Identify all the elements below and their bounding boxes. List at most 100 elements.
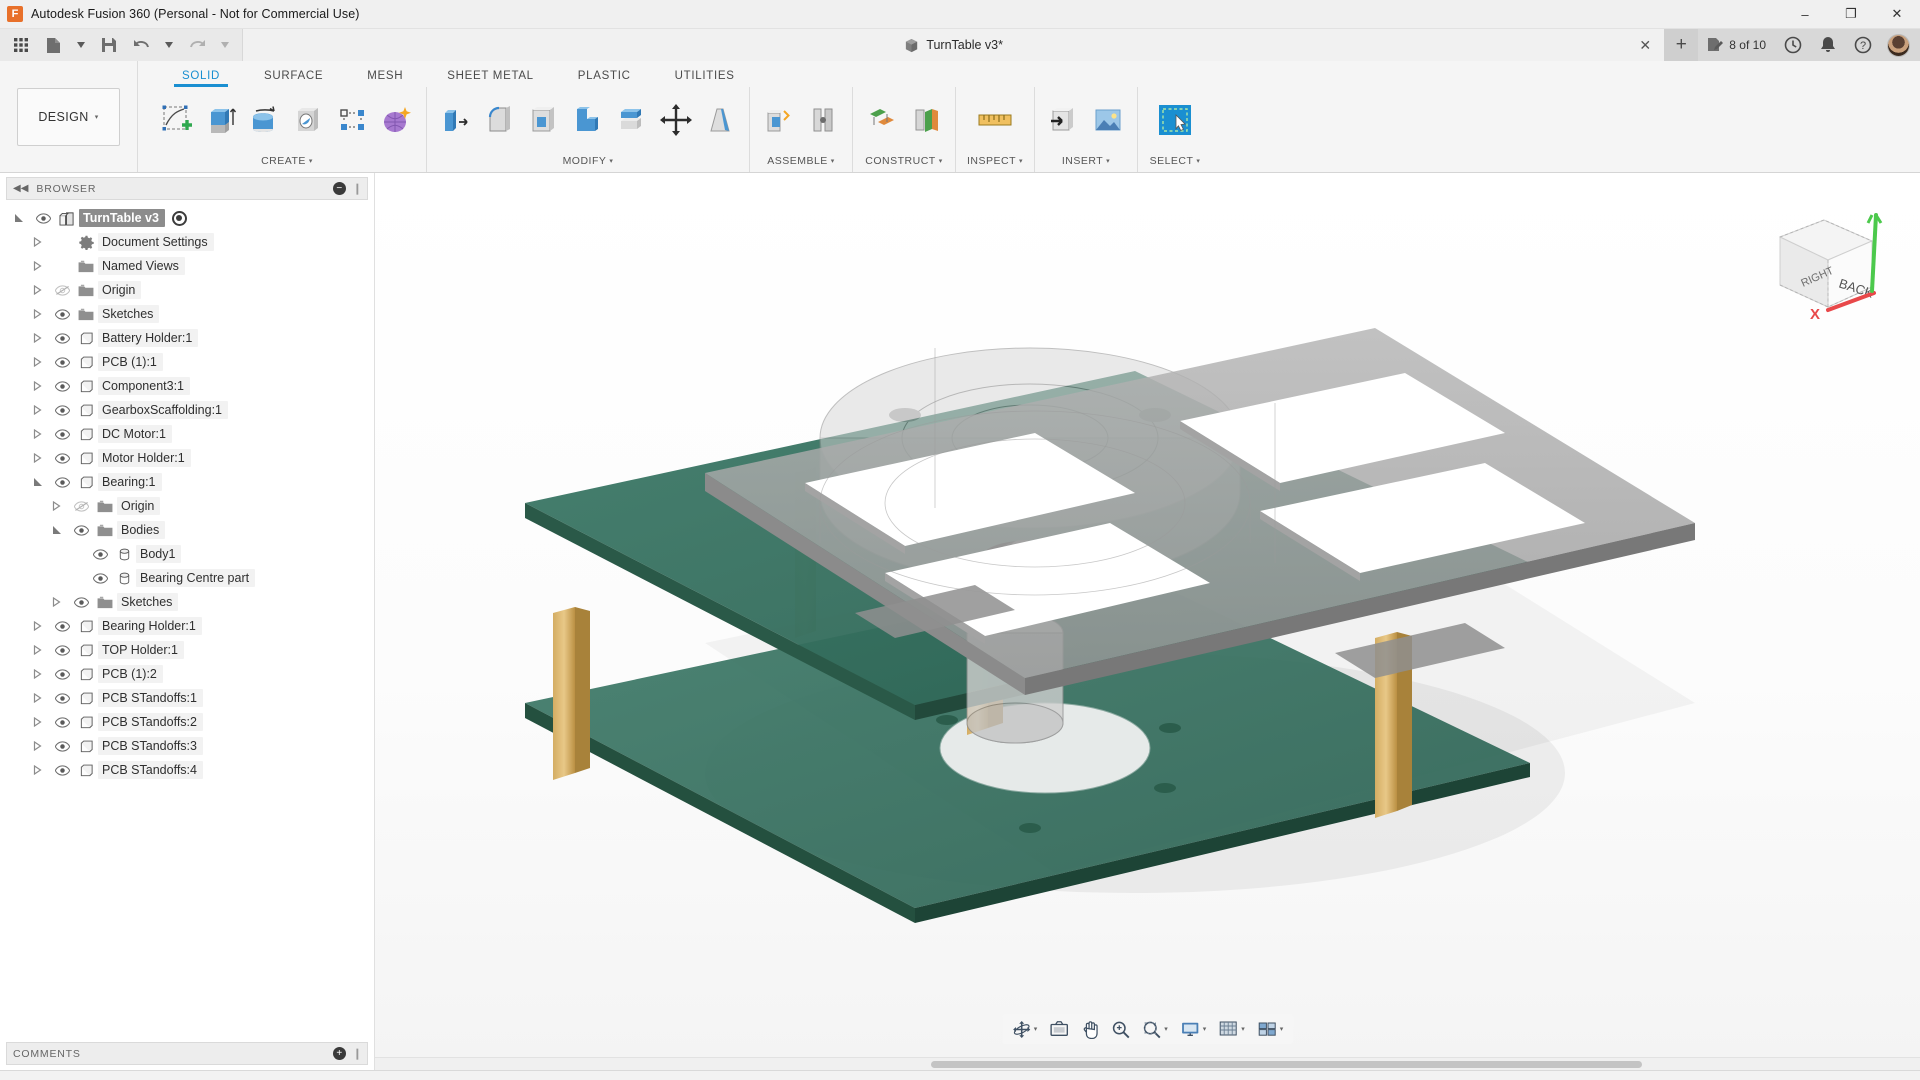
tree-node-sketches[interactable]: Sketches <box>0 590 374 614</box>
display-settings-icon[interactable]: ▾ <box>1175 1016 1212 1042</box>
group-label-insert[interactable]: INSERT ▾ <box>1035 152 1137 172</box>
visibility-on-icon[interactable] <box>50 644 74 656</box>
tab-utilities[interactable]: UTILITIES <box>653 70 757 87</box>
tree-node-top-holder-1[interactable]: TOP Holder:1 <box>0 638 374 662</box>
zoom-icon[interactable] <box>1106 1016 1135 1042</box>
tree-expand-arrow-icon[interactable] <box>33 765 50 775</box>
visibility-on-icon[interactable] <box>50 740 74 752</box>
offset-face-icon[interactable] <box>611 96 653 144</box>
group-label-create[interactable]: CREATE ▾ <box>148 152 426 172</box>
plane-at-angle-icon[interactable] <box>905 96 947 144</box>
save-icon[interactable] <box>94 30 124 60</box>
tree-node-body1[interactable]: Body1 <box>0 542 374 566</box>
tree-node-battery-holder-1[interactable]: Battery Holder:1 <box>0 326 374 350</box>
visibility-on-icon[interactable] <box>50 668 74 680</box>
tree-collapse-arrow-icon[interactable] <box>33 477 50 487</box>
visibility-on-icon[interactable] <box>88 572 112 584</box>
activate-component-radio[interactable] <box>171 210 187 226</box>
tree-node-sketches[interactable]: Sketches <box>0 302 374 326</box>
bell-icon[interactable] <box>1811 29 1845 61</box>
canvas-horizontal-scrollbar[interactable] <box>375 1057 1920 1070</box>
visibility-on-icon[interactable] <box>88 548 112 560</box>
group-label-inspect[interactable]: INSPECT ▾ <box>956 152 1034 172</box>
tree-node-bearing-1[interactable]: Bearing:1 <box>0 470 374 494</box>
insert-mcmaster-icon[interactable] <box>1087 96 1129 144</box>
timeline-track[interactable] <box>164 1075 1874 1080</box>
comments-resize-grip[interactable]: ❙ <box>353 1047 362 1060</box>
tree-expand-arrow-icon[interactable] <box>33 261 50 271</box>
tree-expand-arrow-icon[interactable] <box>33 333 50 343</box>
orbit-icon[interactable]: ▾ <box>1007 1016 1043 1042</box>
tree-expand-arrow-icon[interactable] <box>52 597 69 607</box>
tab-surface[interactable]: SURFACE <box>242 70 345 87</box>
tree-expand-arrow-icon[interactable] <box>33 645 50 655</box>
help-icon[interactable]: ? <box>1845 29 1881 61</box>
tree-expand-arrow-icon[interactable] <box>33 237 50 247</box>
extension-count-button[interactable]: 8 of 10 <box>1698 29 1775 61</box>
tab-mesh[interactable]: MESH <box>345 70 425 87</box>
draft-icon[interactable] <box>699 96 741 144</box>
tree-node-component3-1[interactable]: Component3:1 <box>0 374 374 398</box>
move-copy-icon[interactable] <box>655 96 697 144</box>
tree-node-turntable-v3[interactable]: TurnTable v3 <box>0 206 374 230</box>
hole-icon[interactable] <box>288 96 330 144</box>
maximize-button[interactable]: ❐ <box>1828 0 1874 28</box>
tree-node-document-settings[interactable]: Document Settings <box>0 230 374 254</box>
measure-icon[interactable] <box>974 96 1016 144</box>
new-tab-button[interactable]: + <box>1664 29 1699 61</box>
minimize-button[interactable]: – <box>1782 0 1828 28</box>
browser-minimize-icon[interactable]: − <box>332 182 346 195</box>
tree-expand-arrow-icon[interactable] <box>33 453 50 463</box>
undo-icon[interactable] <box>126 30 156 60</box>
tree-expand-arrow-icon[interactable] <box>52 501 69 511</box>
offset-plane-icon[interactable] <box>861 96 903 144</box>
tab-plastic[interactable]: PLASTIC <box>556 70 653 87</box>
shell-icon[interactable] <box>523 96 565 144</box>
tree-expand-arrow-icon[interactable] <box>33 741 50 751</box>
visibility-on-icon[interactable] <box>69 524 93 536</box>
visibility-on-icon[interactable] <box>69 596 93 608</box>
new-file-dropdown-caret[interactable] <box>70 30 92 60</box>
create-sketch-icon[interactable] <box>156 96 198 144</box>
viewports-icon[interactable]: ▾ <box>1252 1016 1289 1042</box>
press-pull-icon[interactable] <box>435 96 477 144</box>
insert-derive-icon[interactable] <box>1043 96 1085 144</box>
tree-expand-arrow-icon[interactable] <box>33 621 50 631</box>
revolve-icon[interactable] <box>244 96 286 144</box>
undo-dropdown-caret[interactable] <box>158 30 180 60</box>
add-comment-icon[interactable]: + <box>332 1047 346 1060</box>
visibility-on-icon[interactable] <box>50 476 74 488</box>
tree-node-pcb-standoffs-3[interactable]: PCB STandoffs:3 <box>0 734 374 758</box>
tree-node-gearboxscaffolding-1[interactable]: GearboxScaffolding:1 <box>0 398 374 422</box>
tree-node-pcb-standoffs-4[interactable]: PCB STandoffs:4 <box>0 758 374 782</box>
tree-node-bearing-holder-1[interactable]: Bearing Holder:1 <box>0 614 374 638</box>
canvas-scroll-thumb[interactable] <box>931 1061 1642 1068</box>
joint-icon[interactable] <box>802 96 844 144</box>
group-label-assemble[interactable]: ASSEMBLE ▾ <box>750 152 852 172</box>
design-workspace-button[interactable]: DESIGN ▾ <box>17 87 120 146</box>
visibility-on-icon[interactable] <box>31 212 55 224</box>
tree-node-pcb-standoffs-1[interactable]: PCB STandoffs:1 <box>0 686 374 710</box>
tree-expand-arrow-icon[interactable] <box>33 285 50 295</box>
new-file-icon[interactable] <box>38 30 68 60</box>
select-window-icon[interactable] <box>1154 96 1196 144</box>
tree-collapse-arrow-icon[interactable] <box>52 525 69 535</box>
tree-node-origin[interactable]: Origin <box>0 494 374 518</box>
turntable-model-render[interactable] <box>375 173 1920 1070</box>
visibility-on-icon[interactable] <box>50 428 74 440</box>
tree-node-pcb-standoffs-2[interactable]: PCB STandoffs:2 <box>0 710 374 734</box>
visibility-on-icon[interactable] <box>50 620 74 632</box>
app-grid-icon[interactable] <box>6 30 36 60</box>
fit-icon[interactable]: ▾ <box>1137 1016 1173 1042</box>
tree-node-dc-motor-1[interactable]: DC Motor:1 <box>0 422 374 446</box>
tree-node-named-views[interactable]: Named Views <box>0 254 374 278</box>
tab-solid[interactable]: SOLID <box>160 70 242 87</box>
viewcube[interactable]: RIGHT BACK X <box>1750 195 1900 325</box>
extrude-icon[interactable] <box>200 96 242 144</box>
collapse-browser-icon[interactable]: ◀◀ <box>13 183 28 194</box>
tree-collapse-arrow-icon[interactable] <box>14 213 31 223</box>
workspace-switcher[interactable]: DESIGN ▾ <box>0 61 138 172</box>
visibility-on-icon[interactable] <box>50 764 74 776</box>
visibility-on-icon[interactable] <box>50 356 74 368</box>
tree-expand-arrow-icon[interactable] <box>33 309 50 319</box>
